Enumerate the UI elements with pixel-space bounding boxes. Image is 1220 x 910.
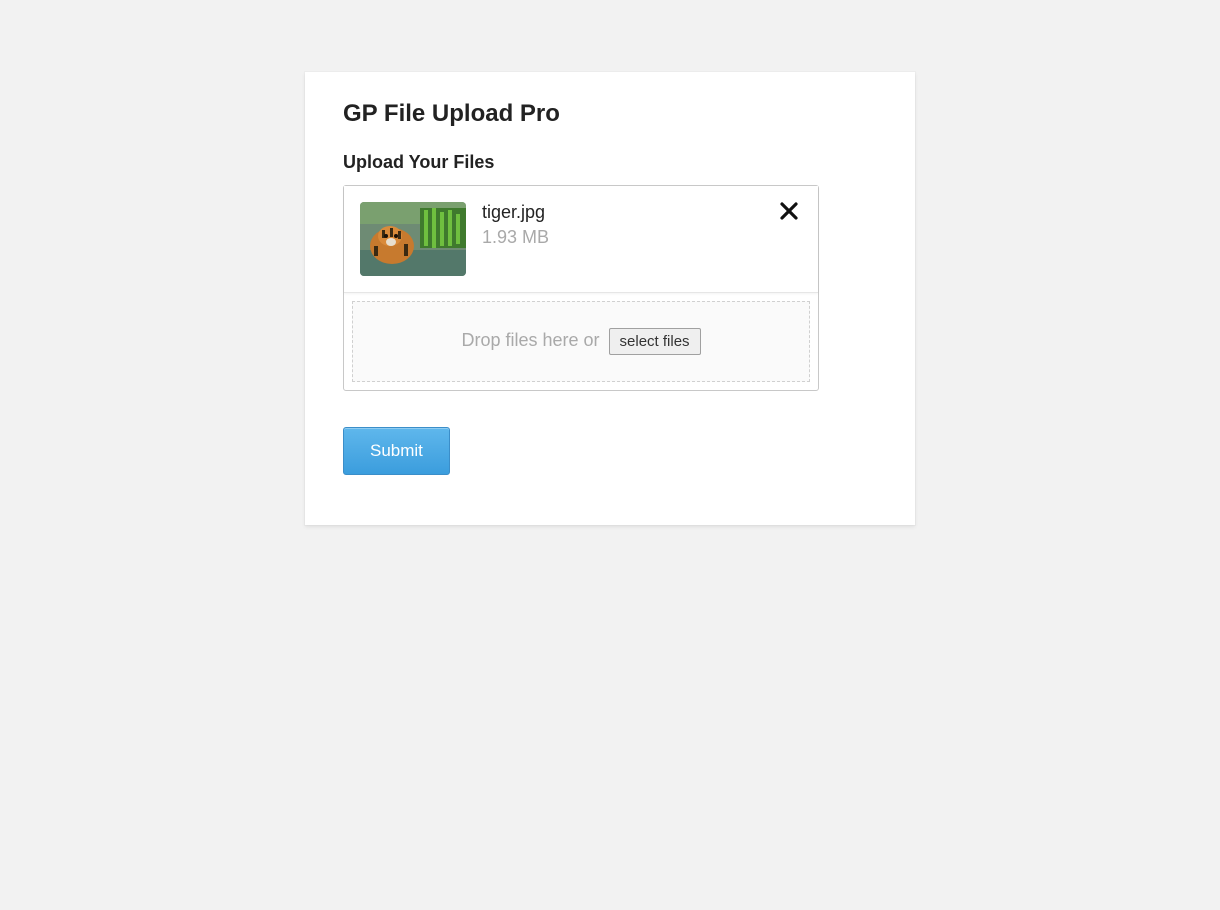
submit-button[interactable]: Submit [343,427,450,475]
file-row: tiger.jpg 1.93 MB [344,186,818,293]
remove-file-button[interactable] [776,202,802,220]
file-thumbnail [360,202,466,276]
section-label: Upload Your Files [343,152,877,173]
file-meta: tiger.jpg 1.93 MB [482,202,776,248]
dropzone[interactable]: Drop files here or select files [352,301,810,382]
dropzone-text: Drop files here or [461,330,604,350]
page-title: GP File Upload Pro [343,100,877,128]
close-icon [780,202,798,220]
uploader: tiger.jpg 1.93 MB Drop files here or sel… [343,185,819,391]
file-size: 1.93 MB [482,227,776,248]
file-name: tiger.jpg [482,202,776,223]
select-files-button[interactable]: select files [609,328,701,355]
upload-card: GP File Upload Pro Upload Your Files [305,72,915,525]
